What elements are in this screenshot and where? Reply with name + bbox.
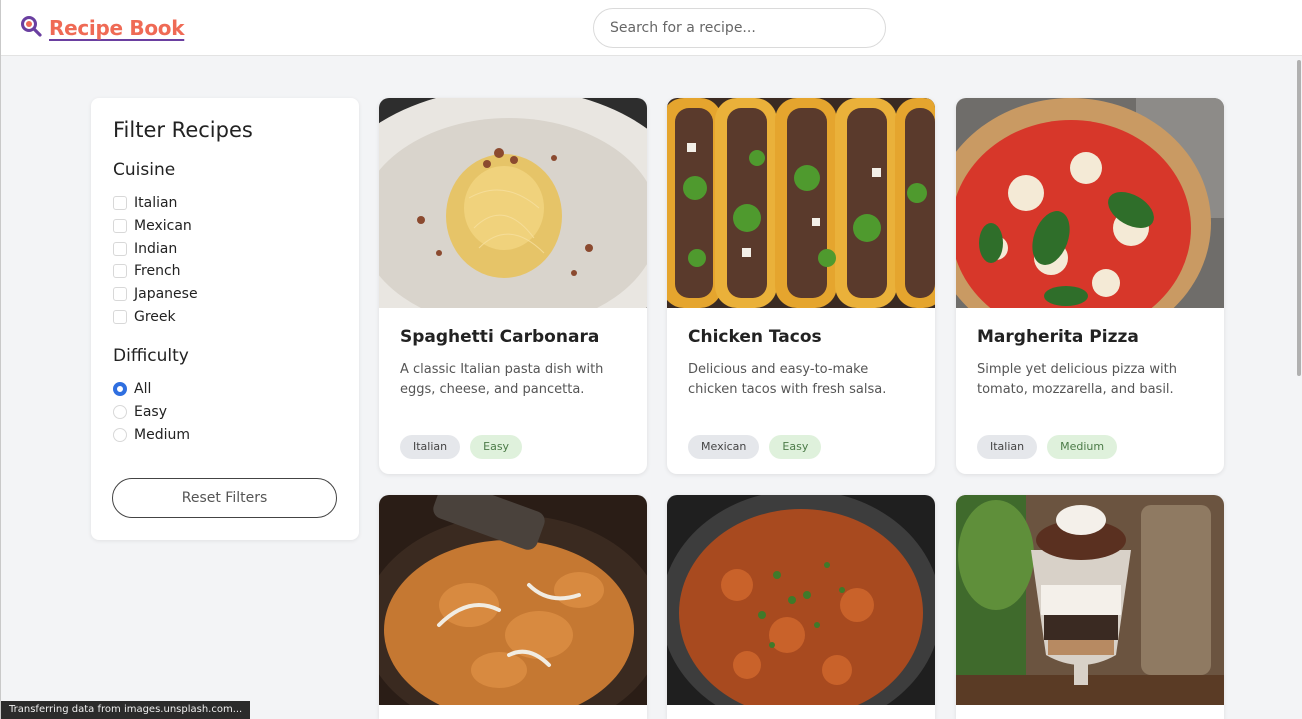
recipe-description: A classic Italian pasta dish with eggs, … [400, 362, 604, 397]
difficulty-label: All [134, 381, 152, 398]
checkbox-mexican[interactable] [113, 219, 127, 234]
radio-medium[interactable] [113, 427, 127, 442]
cuisine-option-greek[interactable]: Greek [113, 305, 337, 328]
cuisine-tag: Mexican [688, 435, 760, 459]
recipe-card-tacos[interactable]: Chicken Tacos Delicious and easy-to-make… [667, 98, 935, 474]
checkbox-greek[interactable] [113, 309, 127, 324]
cuisine-label: Greek [134, 308, 176, 325]
difficulty-label: Medium [134, 426, 190, 443]
radio-easy[interactable] [113, 405, 127, 420]
recipe-description: Delicious and easy-to-make chicken tacos… [688, 362, 887, 397]
cuisine-tag: Italian [977, 435, 1038, 459]
filter-title: Filter Recipes [113, 118, 253, 142]
logo-link[interactable]: Recipe Book [19, 12, 185, 44]
checkbox-french[interactable] [113, 264, 127, 279]
recipe-tags: Italian Easy [400, 435, 523, 459]
cuisine-label: Indian [134, 240, 178, 257]
cuisine-label: French [134, 263, 181, 280]
recipe-title: Margherita Pizza [977, 327, 1139, 347]
pizza-image [956, 98, 1224, 308]
recipe-title: Chicken Tacos [688, 327, 822, 347]
cuisine-option-japanese[interactable]: Japanese [113, 283, 337, 306]
recipe-description: Simple yet delicious pizza with tomato, … [977, 362, 1177, 397]
filter-sidebar: Filter Recipes Cuisine Italian Mexican I… [91, 98, 359, 540]
carbonara-image [379, 98, 647, 308]
cuisine-label: Mexican [134, 218, 192, 235]
difficulty-option-easy[interactable]: Easy [113, 401, 337, 424]
top-header: Recipe Book [1, 0, 1302, 56]
recipe-card-parfait[interactable] [956, 495, 1224, 719]
difficulty-option-all[interactable]: All [113, 378, 337, 401]
cuisine-heading: Cuisine [113, 160, 176, 180]
recipe-card-carbonara[interactable]: Spaghetti Carbonara A classic Italian pa… [379, 98, 647, 474]
cuisine-label: Japanese [134, 286, 198, 303]
recipe-card-stew[interactable] [667, 495, 935, 719]
recipe-title: Spaghetti Carbonara [400, 327, 600, 347]
difficulty-label: Easy [134, 404, 168, 421]
difficulty-tag: Easy [769, 435, 822, 459]
difficulty-filter-group: Difficulty All Easy Medium [113, 346, 337, 446]
checkbox-italian[interactable] [113, 196, 127, 211]
status-bar: Transferring data from images.unsplash.c… [1, 701, 251, 719]
parfait-image [956, 495, 1224, 705]
difficulty-heading: Difficulty [113, 346, 189, 367]
difficulty-tag: Easy [470, 435, 523, 459]
recipe-tags: Mexican Easy [688, 435, 822, 459]
tacos-image [667, 98, 935, 308]
recipe-tags: Italian Medium [977, 435, 1118, 459]
search-input[interactable] [593, 8, 886, 48]
cuisine-option-italian[interactable]: Italian [113, 192, 337, 215]
logo-text: Recipe Book [49, 16, 185, 40]
checkbox-indian[interactable] [113, 241, 127, 256]
page-scrollbar[interactable] [1297, 60, 1301, 376]
checkbox-japanese[interactable] [113, 287, 127, 302]
curry-image [379, 495, 647, 705]
difficulty-tag: Medium [1047, 435, 1118, 459]
cuisine-filter-group: Cuisine Italian Mexican Indian French Ja… [113, 160, 337, 328]
reset-filters-button[interactable]: Reset Filters [112, 478, 337, 518]
stew-image [667, 495, 935, 705]
cuisine-label: Italian [134, 195, 178, 212]
magnifier-icon [19, 14, 43, 42]
recipe-card-pizza[interactable]: Margherita Pizza Simple yet delicious pi… [956, 98, 1224, 474]
cuisine-option-french[interactable]: French [113, 260, 337, 283]
cuisine-option-mexican[interactable]: Mexican [113, 215, 337, 238]
cuisine-tag: Italian [400, 435, 461, 459]
recipe-card-curry[interactable] [379, 495, 647, 719]
cuisine-option-indian[interactable]: Indian [113, 237, 337, 260]
radio-all[interactable] [113, 382, 127, 397]
difficulty-option-medium[interactable]: Medium [113, 424, 337, 447]
